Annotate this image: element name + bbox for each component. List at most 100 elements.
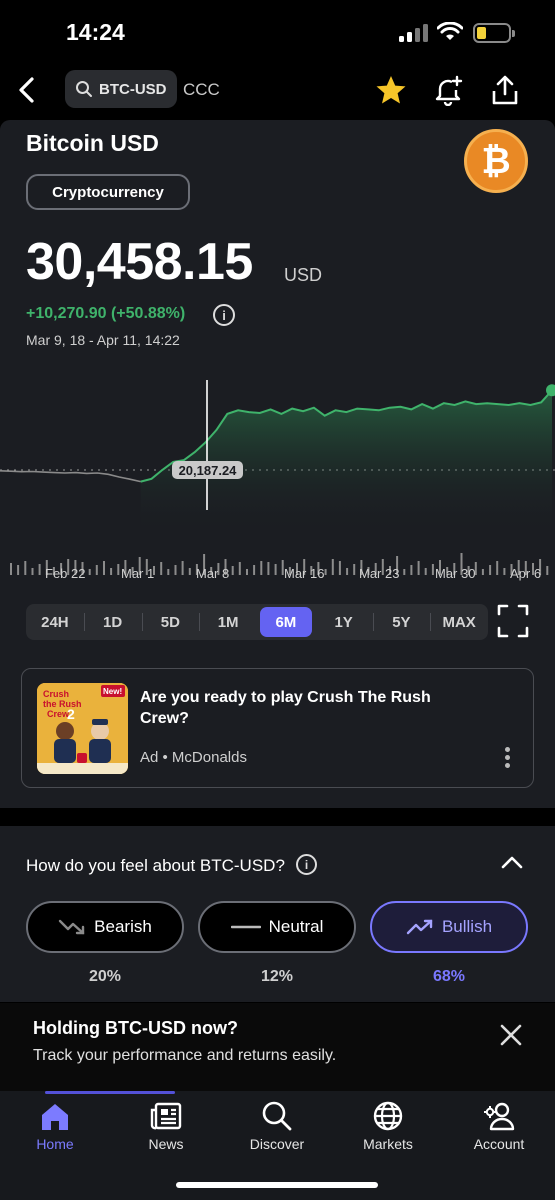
more-options-button[interactable] [500, 747, 514, 773]
bearish-label: Bearish [94, 917, 152, 936]
bell-plus-icon [435, 75, 463, 106]
bearish-percent: 20% [88, 968, 122, 985]
volume-bar [246, 569, 248, 575]
volume-bar [253, 565, 256, 575]
info-icon[interactable]: i [213, 304, 235, 326]
tab-account[interactable]: Account [449, 1099, 549, 1152]
volume-bar [231, 566, 234, 575]
neutral-button[interactable]: Neutral [198, 901, 356, 953]
range-divider [83, 613, 85, 631]
volume-bar [17, 565, 20, 575]
range-divider [199, 613, 201, 631]
volume-bar [103, 561, 105, 575]
signal-icon [399, 24, 429, 42]
collapse-button[interactable] [499, 853, 525, 873]
bitcoin-logo-icon: ₿ [464, 129, 528, 193]
info-icon[interactable]: i [296, 854, 317, 875]
range-tab-max[interactable]: MAX [433, 607, 485, 637]
exchange-label: CCC [183, 80, 220, 99]
search-icon [262, 1101, 292, 1131]
tab-markets-label: Markets [363, 1136, 413, 1152]
ad-title: Are you ready to play Crush The Rush Cre… [140, 689, 431, 727]
ad-image[interactable]: Crush the Rush Crew 2 New! [37, 683, 128, 774]
volume-bar [88, 569, 91, 575]
tab-discover[interactable]: Discover [227, 1099, 327, 1152]
price-currency: USD [284, 265, 323, 285]
range-tab-1y[interactable]: 1Y [318, 607, 370, 637]
volume-bar [331, 559, 334, 575]
bullish-percent: 68% [432, 968, 466, 985]
watchlist-star-button[interactable] [373, 72, 409, 108]
tab-discover-label: Discover [249, 1136, 305, 1152]
trend-up-icon [406, 919, 433, 935]
search-icon [76, 81, 92, 97]
volume-bar [274, 564, 277, 575]
range-tab-1d[interactable]: 1D [87, 607, 139, 637]
expand-icon [497, 604, 529, 638]
share-button[interactable] [487, 72, 523, 108]
volume-bar [496, 561, 499, 575]
volume-bar [24, 561, 27, 575]
ad-image-text-2: the Rush [43, 699, 82, 709]
add-alert-button[interactable] [430, 72, 466, 108]
volume-bar [95, 565, 98, 575]
tab-news[interactable]: News [116, 1099, 216, 1152]
star-icon [376, 76, 406, 104]
bullish-button[interactable]: Bullish [370, 901, 528, 953]
price-chart[interactable]: 20,187.24 [0, 375, 555, 585]
bullish-label: Bullish [441, 917, 493, 936]
holding-title: Holding BTC-USD now? [33, 1018, 238, 1038]
x-tick-label: Apr 6 [510, 566, 542, 581]
fullscreen-button[interactable] [497, 604, 529, 638]
sentiment-section: How do you feel about BTC-USD? i Bearish… [0, 826, 555, 1002]
volume-bar [403, 569, 406, 575]
trend-down-icon [58, 919, 85, 935]
x-tick-label: Mar 16 [284, 566, 325, 581]
date-range: Mar 9, 18 - Apr 11, 14:22 [26, 332, 180, 348]
back-button[interactable] [10, 72, 44, 108]
ad-card[interactable]: Crush the Rush Crew 2 New! Are you ready… [21, 668, 534, 788]
status-bar: 14:24 [0, 0, 555, 62]
asset-type-chip[interactable]: Cryptocurrency [26, 174, 190, 210]
volume-bar [181, 561, 184, 575]
neutral-percent: 12% [260, 968, 294, 985]
ticker-search-button[interactable]: BTC-USD [65, 70, 177, 108]
ad-artwork-icon: Crush the Rush Crew 2 New! [37, 683, 128, 774]
volume-bar [431, 564, 434, 575]
bearish-button[interactable]: Bearish [26, 901, 184, 953]
chevron-up-icon [501, 856, 523, 869]
tab-account-label: Account [473, 1136, 525, 1152]
home-indicator [176, 1182, 378, 1188]
volume-bar [424, 568, 427, 575]
close-button[interactable] [498, 1022, 524, 1048]
volume-bar [110, 568, 113, 575]
range-tab-1m[interactable]: 1M [202, 607, 254, 637]
x-tick-label: Mar 30 [435, 566, 476, 581]
holding-banner[interactable]: Holding BTC-USD now? Track your performa… [0, 1003, 555, 1091]
volume-bar [267, 562, 270, 575]
ad-image-text-4: 2 [67, 706, 75, 722]
range-tab-6m[interactable]: 6M [260, 607, 312, 637]
x-tick-label: Mar 1 [121, 566, 155, 581]
range-tab-5d[interactable]: 5D [145, 607, 197, 637]
range-tab-24h[interactable]: 24H [29, 607, 81, 637]
x-tick-label: Mar 8 [196, 566, 230, 581]
volume-bar [38, 564, 41, 575]
tab-home[interactable]: Home [5, 1099, 105, 1152]
neutral-label: Neutral [268, 917, 324, 936]
quote-card: Bitcoin USD ₿ Cryptocurrency 30,458.15 U… [0, 120, 555, 808]
volume-bar [503, 568, 506, 575]
chevron-left-icon [19, 77, 34, 103]
range-divider [372, 613, 374, 631]
home-icon [42, 1104, 68, 1130]
range-selector: 24H 1D 5D 1M 6M 1Y 5Y MAX [26, 604, 488, 640]
tab-markets[interactable]: Markets [338, 1099, 438, 1152]
volume-bar [117, 564, 120, 575]
tab-indicator [45, 1091, 175, 1094]
asset-name: Bitcoin USD [26, 130, 159, 156]
volume-bar [489, 565, 492, 575]
close-icon [500, 1024, 522, 1046]
range-tab-5y[interactable]: 5Y [376, 607, 428, 637]
volume-bar [31, 568, 34, 575]
volume-bar [260, 561, 263, 575]
